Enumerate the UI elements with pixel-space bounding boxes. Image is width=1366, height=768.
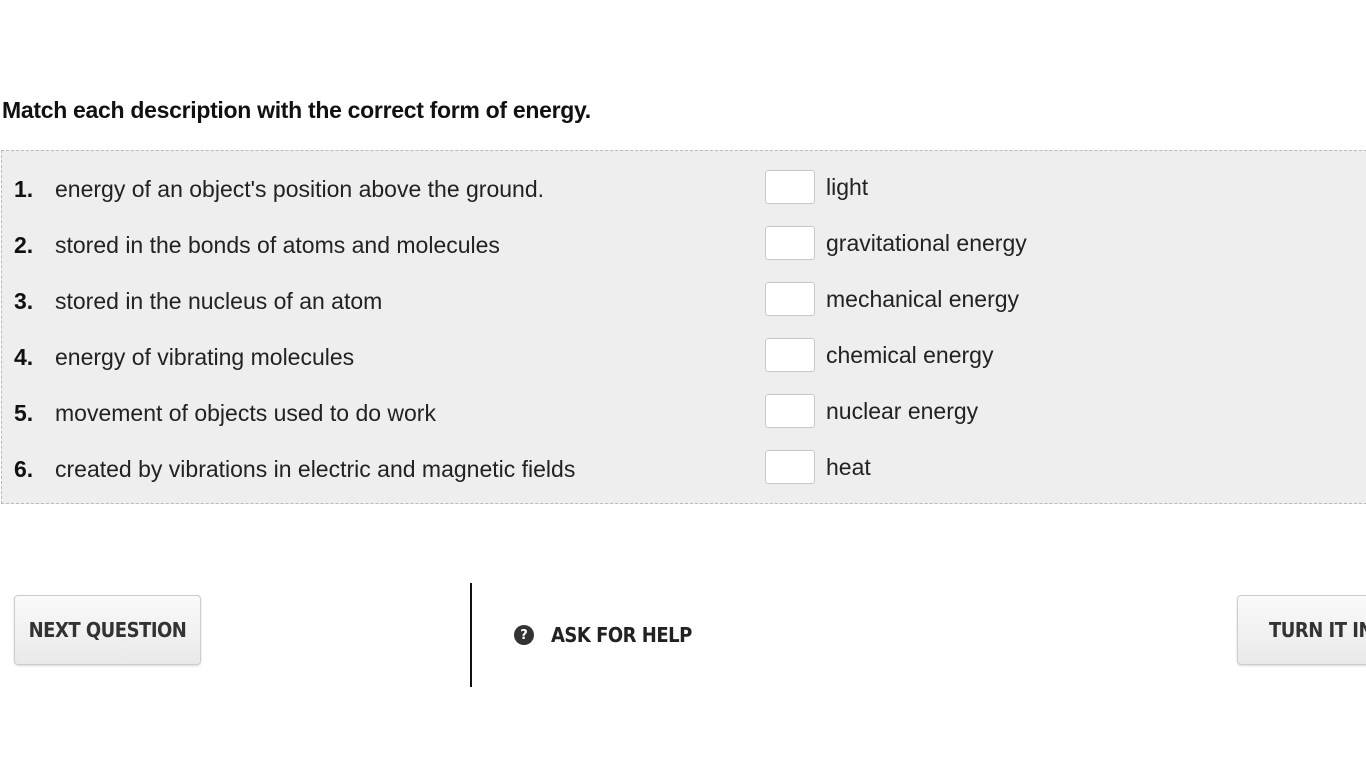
question-prompt: Match each description with the correct … (2, 97, 591, 123)
matching-area: 1. energy of an object's position above … (1, 150, 1366, 504)
match-row: 5. movement of objects used to do work n… (2, 393, 1366, 433)
answer-input[interactable] (765, 282, 815, 316)
choice-label: nuclear energy (826, 398, 979, 424)
item-number: 3. (14, 288, 34, 314)
item-description: energy of an object's position above the… (55, 176, 545, 202)
item-number: 4. (14, 344, 34, 370)
item-description: movement of objects used to do work (55, 400, 436, 426)
item-number: 6. (14, 456, 34, 482)
question-circle-icon: ? (514, 625, 534, 645)
match-row: 1. energy of an object's position above … (2, 169, 1366, 209)
item-description: stored in the nucleus of an atom (55, 288, 383, 314)
item-number: 1. (14, 176, 34, 202)
item-description: created by vibrations in electric and ma… (55, 456, 576, 482)
match-row: 2. stored in the bonds of atoms and mole… (2, 225, 1366, 265)
choice-label: chemical energy (826, 342, 994, 368)
choice-label: mechanical energy (826, 286, 1020, 312)
answer-input[interactable] (765, 170, 815, 204)
next-question-button[interactable]: NEXT QUESTION (14, 595, 201, 665)
match-row: 3. stored in the nucleus of an atom mech… (2, 281, 1366, 321)
answer-input[interactable] (765, 394, 815, 428)
answer-input[interactable] (765, 450, 815, 484)
item-description: energy of vibrating molecules (55, 344, 355, 370)
ask-for-help-label: ASK FOR HELP (551, 623, 692, 647)
footer-divider (470, 583, 472, 687)
choice-label: gravitational energy (826, 230, 1027, 256)
item-number: 5. (14, 400, 34, 426)
match-row: 4. energy of vibrating molecules chemica… (2, 337, 1366, 377)
answer-input[interactable] (765, 338, 815, 372)
answer-input[interactable] (765, 226, 815, 260)
choice-label: heat (826, 454, 871, 480)
quiz-page: Match each description with the correct … (0, 0, 1366, 768)
choice-label: light (826, 174, 869, 200)
item-description: stored in the bonds of atoms and molecul… (55, 232, 500, 258)
item-number: 2. (14, 232, 34, 258)
turn-it-in-button[interactable]: TURN IT IN (1237, 595, 1366, 665)
ask-for-help-link[interactable]: ? ASK FOR HELP (514, 620, 692, 650)
match-row: 6. created by vibrations in electric and… (2, 449, 1366, 489)
